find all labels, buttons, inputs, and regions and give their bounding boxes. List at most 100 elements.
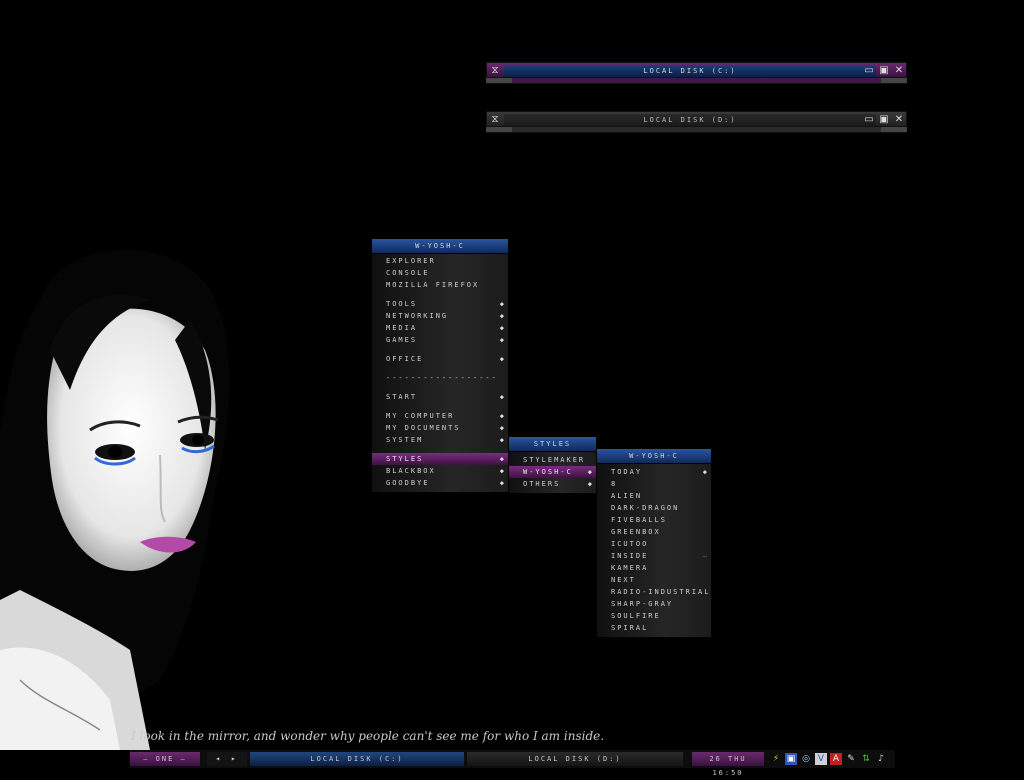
menu-item-tools[interactable]: TOOLS ◆ — [372, 298, 508, 310]
window-menu-icon[interactable]: ⧖ — [489, 65, 501, 77]
menu-item-w-yosh-c[interactable]: W-YOSH-C ◆ — [509, 466, 596, 478]
style-item-alien[interactable]: ALIEN — [597, 490, 711, 502]
style-item-soulfire[interactable]: SOULFIRE — [597, 610, 711, 622]
workspace-nav-arrows-icon[interactable]: ◂ ▸ — [207, 752, 247, 766]
menu-separator: ------------------ — [372, 372, 508, 384]
w-yosh-c-submenu: W-YOSH-C TODAY ◆ 8 ALIEN DARK-DRAGON FIVE… — [597, 449, 711, 637]
style-item-today[interactable]: TODAY ◆ — [597, 466, 711, 478]
workspace-label[interactable]: – ONE – — [130, 752, 200, 766]
menu-item-label: MY DOCUMENTS — [386, 424, 461, 432]
minimize-icon[interactable]: ▭ — [863, 65, 875, 77]
maximize-icon[interactable]: ▣ — [878, 65, 890, 77]
menu-item-label: CONSOLE — [386, 269, 430, 277]
menu-item-label: DARK-DRAGON — [611, 504, 680, 512]
style-item-inside[interactable]: INSIDE — — [597, 550, 711, 562]
style-item-dark-dragon[interactable]: DARK-DRAGON — [597, 502, 711, 514]
style-item-next[interactable]: NEXT — [597, 574, 711, 586]
menu-item-start[interactable]: START ◆ — [372, 391, 508, 403]
submenu-arrow-icon: ◆ — [587, 468, 592, 476]
menu-item-label: KAMERA — [611, 564, 649, 572]
submenu-arrow-icon: ◆ — [499, 300, 504, 308]
menu-item-label: GOODBYE — [386, 479, 430, 487]
menu-item-label: SPIRAL — [611, 624, 649, 632]
submenu-arrow-icon: ◆ — [587, 480, 592, 488]
window-title: LOCAL DISK (C:) — [504, 65, 876, 77]
style-item-sharp-gray[interactable]: SHARP-GRAY — [597, 598, 711, 610]
submenu-arrow-icon: ◆ — [499, 412, 504, 420]
style-item-fiveballs[interactable]: FIVEBALLS — [597, 514, 711, 526]
resize-grip-left[interactable] — [486, 78, 512, 83]
menu-item-my-computer[interactable]: MY COMPUTER ◆ — [372, 410, 508, 422]
style-item-radio-industrial[interactable]: RADIO-INDUSTRIAL — [597, 586, 711, 598]
resize-grip-right[interactable] — [881, 78, 907, 83]
clock[interactable]: 26 THU 16:50 — [692, 752, 764, 777]
menu-item-label: OTHERS — [523, 480, 561, 488]
selected-style-marker-icon: — — [702, 552, 707, 560]
style-item-kamera[interactable]: KAMERA — [597, 562, 711, 574]
menu-item-label: OFFICE — [386, 355, 424, 363]
window-resize-handle[interactable] — [486, 127, 907, 133]
menu-item-system[interactable]: SYSTEM ◆ — [372, 434, 508, 446]
window-local-disk-d[interactable]: ⧖ LOCAL DISK (D:) ▭ ▣ ✕ — [486, 111, 907, 133]
minimize-icon[interactable]: ▭ — [863, 114, 875, 126]
menu-item-label: INSIDE — [611, 552, 649, 560]
system-tray: ⚡ ▣ ◎ V A ✎ ⇅ ♪ — [770, 752, 894, 766]
menu-item-label: GAMES — [386, 336, 418, 344]
shield-icon[interactable]: V — [815, 753, 827, 765]
style-item-greenbox[interactable]: GREENBOX — [597, 526, 711, 538]
monitor-icon[interactable]: ▣ — [785, 753, 797, 765]
menu-item-label: TOOLS — [386, 300, 418, 308]
menu-item-console[interactable]: CONSOLE — [372, 267, 508, 279]
menu-item-label: STYLEMAKER — [523, 456, 586, 464]
network-icon[interactable]: ⇅ — [860, 753, 872, 765]
window-menu-icon[interactable]: ⧖ — [489, 114, 501, 126]
window-titlebar[interactable]: ⧖ LOCAL DISK (C:) ▭ ▣ ✕ — [486, 62, 907, 78]
style-item-icutoo[interactable]: ICUTOO — [597, 538, 711, 550]
window-resize-handle[interactable] — [486, 78, 907, 84]
menu-item-office[interactable]: OFFICE ◆ — [372, 353, 508, 365]
resize-grip-left[interactable] — [486, 127, 512, 132]
menu-item-stylemaker[interactable]: STYLEMAKER — [509, 454, 596, 466]
taskbar: – ONE – ◂ ▸ LOCAL DISK (C:) LOCAL DISK (… — [129, 750, 895, 777]
menu-item-label: START — [386, 393, 418, 401]
menu-item-label: GREENBOX — [611, 528, 661, 536]
globe-icon[interactable]: ◎ — [800, 753, 812, 765]
antivirus-icon[interactable]: A — [830, 753, 842, 765]
menu-item-media[interactable]: MEDIA ◆ — [372, 322, 508, 334]
menu-item-label: MY COMPUTER — [386, 412, 455, 420]
submenu-arrow-icon: ◆ — [499, 312, 504, 320]
window-local-disk-c[interactable]: ⧖ LOCAL DISK (C:) ▭ ▣ ✕ — [486, 62, 907, 84]
menu-item-others[interactable]: OTHERS ◆ — [509, 478, 596, 490]
menu-item-explorer[interactable]: EXPLORER — [372, 255, 508, 267]
submenu-arrow-icon: ◆ — [499, 467, 504, 475]
menu-item-label: SOULFIRE — [611, 612, 661, 620]
menu-item-goodbye[interactable]: GOODBYE ◆ — [372, 477, 508, 489]
maximize-icon[interactable]: ▣ — [878, 114, 890, 126]
task-button-local-disk-d[interactable]: LOCAL DISK (D:) — [467, 752, 683, 766]
close-icon[interactable]: ✕ — [893, 114, 905, 126]
wallpaper-quote: I look in the mirror, and wonder why peo… — [131, 729, 605, 743]
menu-item-firefox[interactable]: MOZILLA FIREFOX — [372, 279, 508, 291]
menu-item-label: ALIEN — [611, 492, 643, 500]
speaker-icon[interactable]: ♪ — [875, 753, 887, 765]
menu-title: W-YOSH-C — [372, 239, 508, 254]
menu-item-blackbox[interactable]: BLACKBOX ◆ — [372, 465, 508, 477]
close-icon[interactable]: ✕ — [893, 65, 905, 77]
menu-item-label: SYSTEM — [386, 436, 424, 444]
style-item-spiral[interactable]: SPIRAL — [597, 622, 711, 634]
menu-item-games[interactable]: GAMES ◆ — [372, 334, 508, 346]
submenu-arrow-icon: ◆ — [499, 355, 504, 363]
style-item-8[interactable]: 8 — [597, 478, 711, 490]
submenu-arrow-icon: ◆ — [702, 468, 707, 476]
menu-item-networking[interactable]: NETWORKING ◆ — [372, 310, 508, 322]
task-button-local-disk-c[interactable]: LOCAL DISK (C:) — [250, 752, 464, 766]
resize-grip-right[interactable] — [881, 127, 907, 132]
menu-title: W-YOSH-C — [597, 449, 711, 464]
menu-item-styles[interactable]: STYLES ◆ — [372, 453, 508, 465]
menu-item-label: STYLES — [386, 455, 424, 463]
menu-item-label: ICUTOO — [611, 540, 649, 548]
lightning-icon[interactable]: ⚡ — [770, 753, 782, 765]
chat-icon[interactable]: ✎ — [845, 753, 857, 765]
menu-item-my-documents[interactable]: MY DOCUMENTS ◆ — [372, 422, 508, 434]
window-titlebar[interactable]: ⧖ LOCAL DISK (D:) ▭ ▣ ✕ — [486, 111, 907, 127]
